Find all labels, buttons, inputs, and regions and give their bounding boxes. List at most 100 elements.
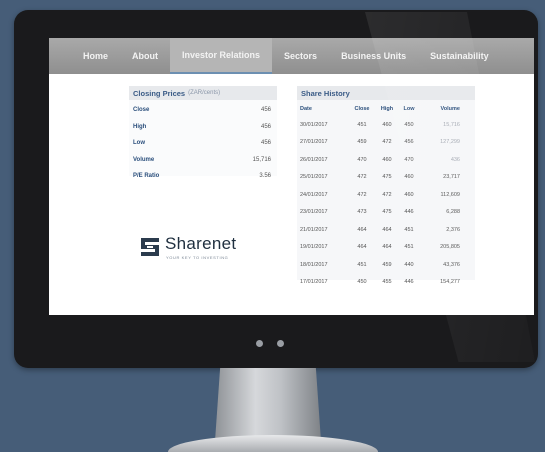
table-row: 27/01/2017 459 472 456 127,299 bbox=[297, 134, 472, 152]
closing-prices-table: Close 456 High 456 Low 456 Volume 15,716… bbox=[129, 102, 277, 185]
cell-volume: 43,376 bbox=[443, 261, 460, 268]
cell-close: 451 bbox=[357, 121, 367, 128]
cell-date: 23/01/2017 bbox=[300, 209, 328, 216]
table-row: 24/01/2017 472 472 460 112,609 bbox=[297, 186, 472, 204]
closing-label: Volume bbox=[133, 156, 155, 163]
closing-value: 3.56 bbox=[259, 173, 271, 180]
nav-sustainability[interactable]: Sustainability bbox=[418, 38, 501, 74]
closing-value: 15,716 bbox=[252, 156, 271, 163]
column-header-close: Close bbox=[354, 106, 370, 112]
cell-date: 26/01/2017 bbox=[300, 156, 328, 163]
monitor-buttons bbox=[256, 340, 284, 347]
cell-high: 455 bbox=[382, 279, 392, 286]
closing-row: High 456 bbox=[129, 119, 277, 136]
cell-low: 460 bbox=[404, 174, 414, 181]
monitor-stand bbox=[215, 368, 321, 440]
nav-business-units[interactable]: Business Units bbox=[329, 38, 418, 74]
cell-date: 27/01/2017 bbox=[300, 139, 328, 146]
cell-date: 18/01/2017 bbox=[300, 261, 328, 268]
cell-high: 472 bbox=[382, 191, 392, 198]
cell-low: 450 bbox=[404, 121, 414, 128]
cell-low: 456 bbox=[404, 139, 414, 146]
table-row: 19/01/2017 464 464 451 205,805 bbox=[297, 239, 472, 257]
table-row: 17/01/2017 450 455 446 154,277 bbox=[297, 274, 472, 292]
share-history-title: Share History bbox=[297, 86, 475, 100]
column-header-date: Date bbox=[300, 106, 312, 112]
closing-label: High bbox=[133, 123, 147, 130]
cell-high: 459 bbox=[382, 261, 392, 268]
cell-volume: 112,609 bbox=[440, 191, 460, 198]
cell-volume: 6,288 bbox=[446, 209, 460, 216]
cell-close: 470 bbox=[357, 156, 367, 163]
cell-low: 451 bbox=[404, 244, 414, 251]
closing-row: P/E Ratio 3.56 bbox=[129, 168, 277, 185]
nav-about[interactable]: About bbox=[120, 38, 170, 74]
closing-row: Close 456 bbox=[129, 102, 277, 119]
nav-home[interactable]: Home bbox=[49, 38, 120, 74]
cell-high: 472 bbox=[382, 139, 392, 146]
cell-date: 21/01/2017 bbox=[300, 226, 328, 233]
table-row: 21/01/2017 464 464 451 2,376 bbox=[297, 221, 472, 239]
cell-volume: 205,805 bbox=[440, 244, 460, 251]
table-row: 23/01/2017 473 475 446 6,288 bbox=[297, 204, 472, 222]
closing-label: Low bbox=[133, 140, 145, 147]
cell-close: 472 bbox=[357, 191, 367, 198]
cell-close: 473 bbox=[357, 209, 367, 216]
cell-close: 459 bbox=[357, 139, 367, 146]
cell-volume: 2,376 bbox=[446, 226, 460, 233]
closing-row: Volume 15,716 bbox=[129, 152, 277, 169]
cell-date: 25/01/2017 bbox=[300, 174, 328, 181]
cell-low: 446 bbox=[404, 209, 414, 216]
closing-prices-heading: Closing Prices bbox=[133, 88, 186, 98]
share-history-table: Date Close High Low Volume 30/01/2017 451… bbox=[297, 102, 472, 291]
share-history-rows: 30/01/2017 451 460 450 15,716 27/01/2017 459 47… bbox=[297, 116, 472, 291]
table-header-row: Date Close High Low Volume bbox=[297, 102, 472, 116]
cell-volume: 23,717 bbox=[443, 174, 460, 181]
cell-low: 460 bbox=[404, 191, 414, 198]
cell-date: 17/01/2017 bbox=[300, 279, 328, 286]
cell-close: 464 bbox=[357, 244, 367, 251]
nav-sectors[interactable]: Sectors bbox=[272, 38, 329, 74]
table-row: 18/01/2017 451 459 440 43,376 bbox=[297, 256, 472, 274]
table-row: 30/01/2017 451 460 450 15,716 bbox=[297, 116, 472, 134]
cell-high: 464 bbox=[382, 226, 392, 233]
screen: Home About Investor Relations Sectors Bu… bbox=[49, 38, 534, 315]
cell-high: 460 bbox=[382, 121, 392, 128]
sharenet-logo: Sharenet YOUR KEY TO INVESTING bbox=[133, 223, 271, 267]
cell-volume: 436 bbox=[450, 156, 460, 163]
cell-close: 450 bbox=[357, 279, 367, 286]
nav-investor-relations[interactable]: Investor Relations bbox=[170, 38, 273, 74]
table-row: 26/01/2017 470 460 470 436 bbox=[297, 151, 472, 169]
column-header-volume: Volume bbox=[440, 106, 460, 112]
closing-label: Close bbox=[133, 107, 150, 114]
menu-button-dot[interactable] bbox=[277, 340, 284, 347]
closing-value: 456 bbox=[260, 140, 271, 147]
cell-close: 451 bbox=[357, 261, 367, 268]
logo-name: Sharenet bbox=[165, 234, 237, 253]
cell-high: 460 bbox=[382, 156, 392, 163]
closing-row: Low 456 bbox=[129, 135, 277, 152]
share-history-heading: Share History bbox=[301, 88, 350, 98]
cell-high: 464 bbox=[382, 244, 392, 251]
closing-label: P/E Ratio bbox=[133, 173, 160, 180]
power-button-dot[interactable] bbox=[256, 340, 263, 347]
cell-date: 24/01/2017 bbox=[300, 191, 328, 198]
cell-volume: 15,716 bbox=[443, 121, 460, 128]
closing-value: 456 bbox=[260, 107, 271, 114]
cell-volume: 127,299 bbox=[440, 139, 460, 146]
cell-low: 440 bbox=[404, 261, 414, 268]
monitor-base bbox=[168, 435, 378, 452]
cell-date: 30/01/2017 bbox=[300, 121, 328, 128]
sharenet-mark-icon bbox=[141, 238, 159, 256]
closing-prices-unit: (ZAR/cents) bbox=[188, 90, 221, 96]
column-header-low: Low bbox=[403, 106, 415, 112]
table-row: 25/01/2017 472 475 460 23,717 bbox=[297, 169, 472, 187]
cell-low: 470 bbox=[404, 156, 414, 163]
cell-high: 475 bbox=[382, 174, 392, 181]
closing-value: 456 bbox=[260, 123, 271, 130]
cell-low: 451 bbox=[404, 226, 414, 233]
column-header-high: High bbox=[380, 106, 394, 112]
cell-low: 446 bbox=[404, 279, 414, 286]
cell-close: 464 bbox=[357, 226, 367, 233]
logo-tagline: YOUR KEY TO INVESTING bbox=[166, 255, 229, 260]
